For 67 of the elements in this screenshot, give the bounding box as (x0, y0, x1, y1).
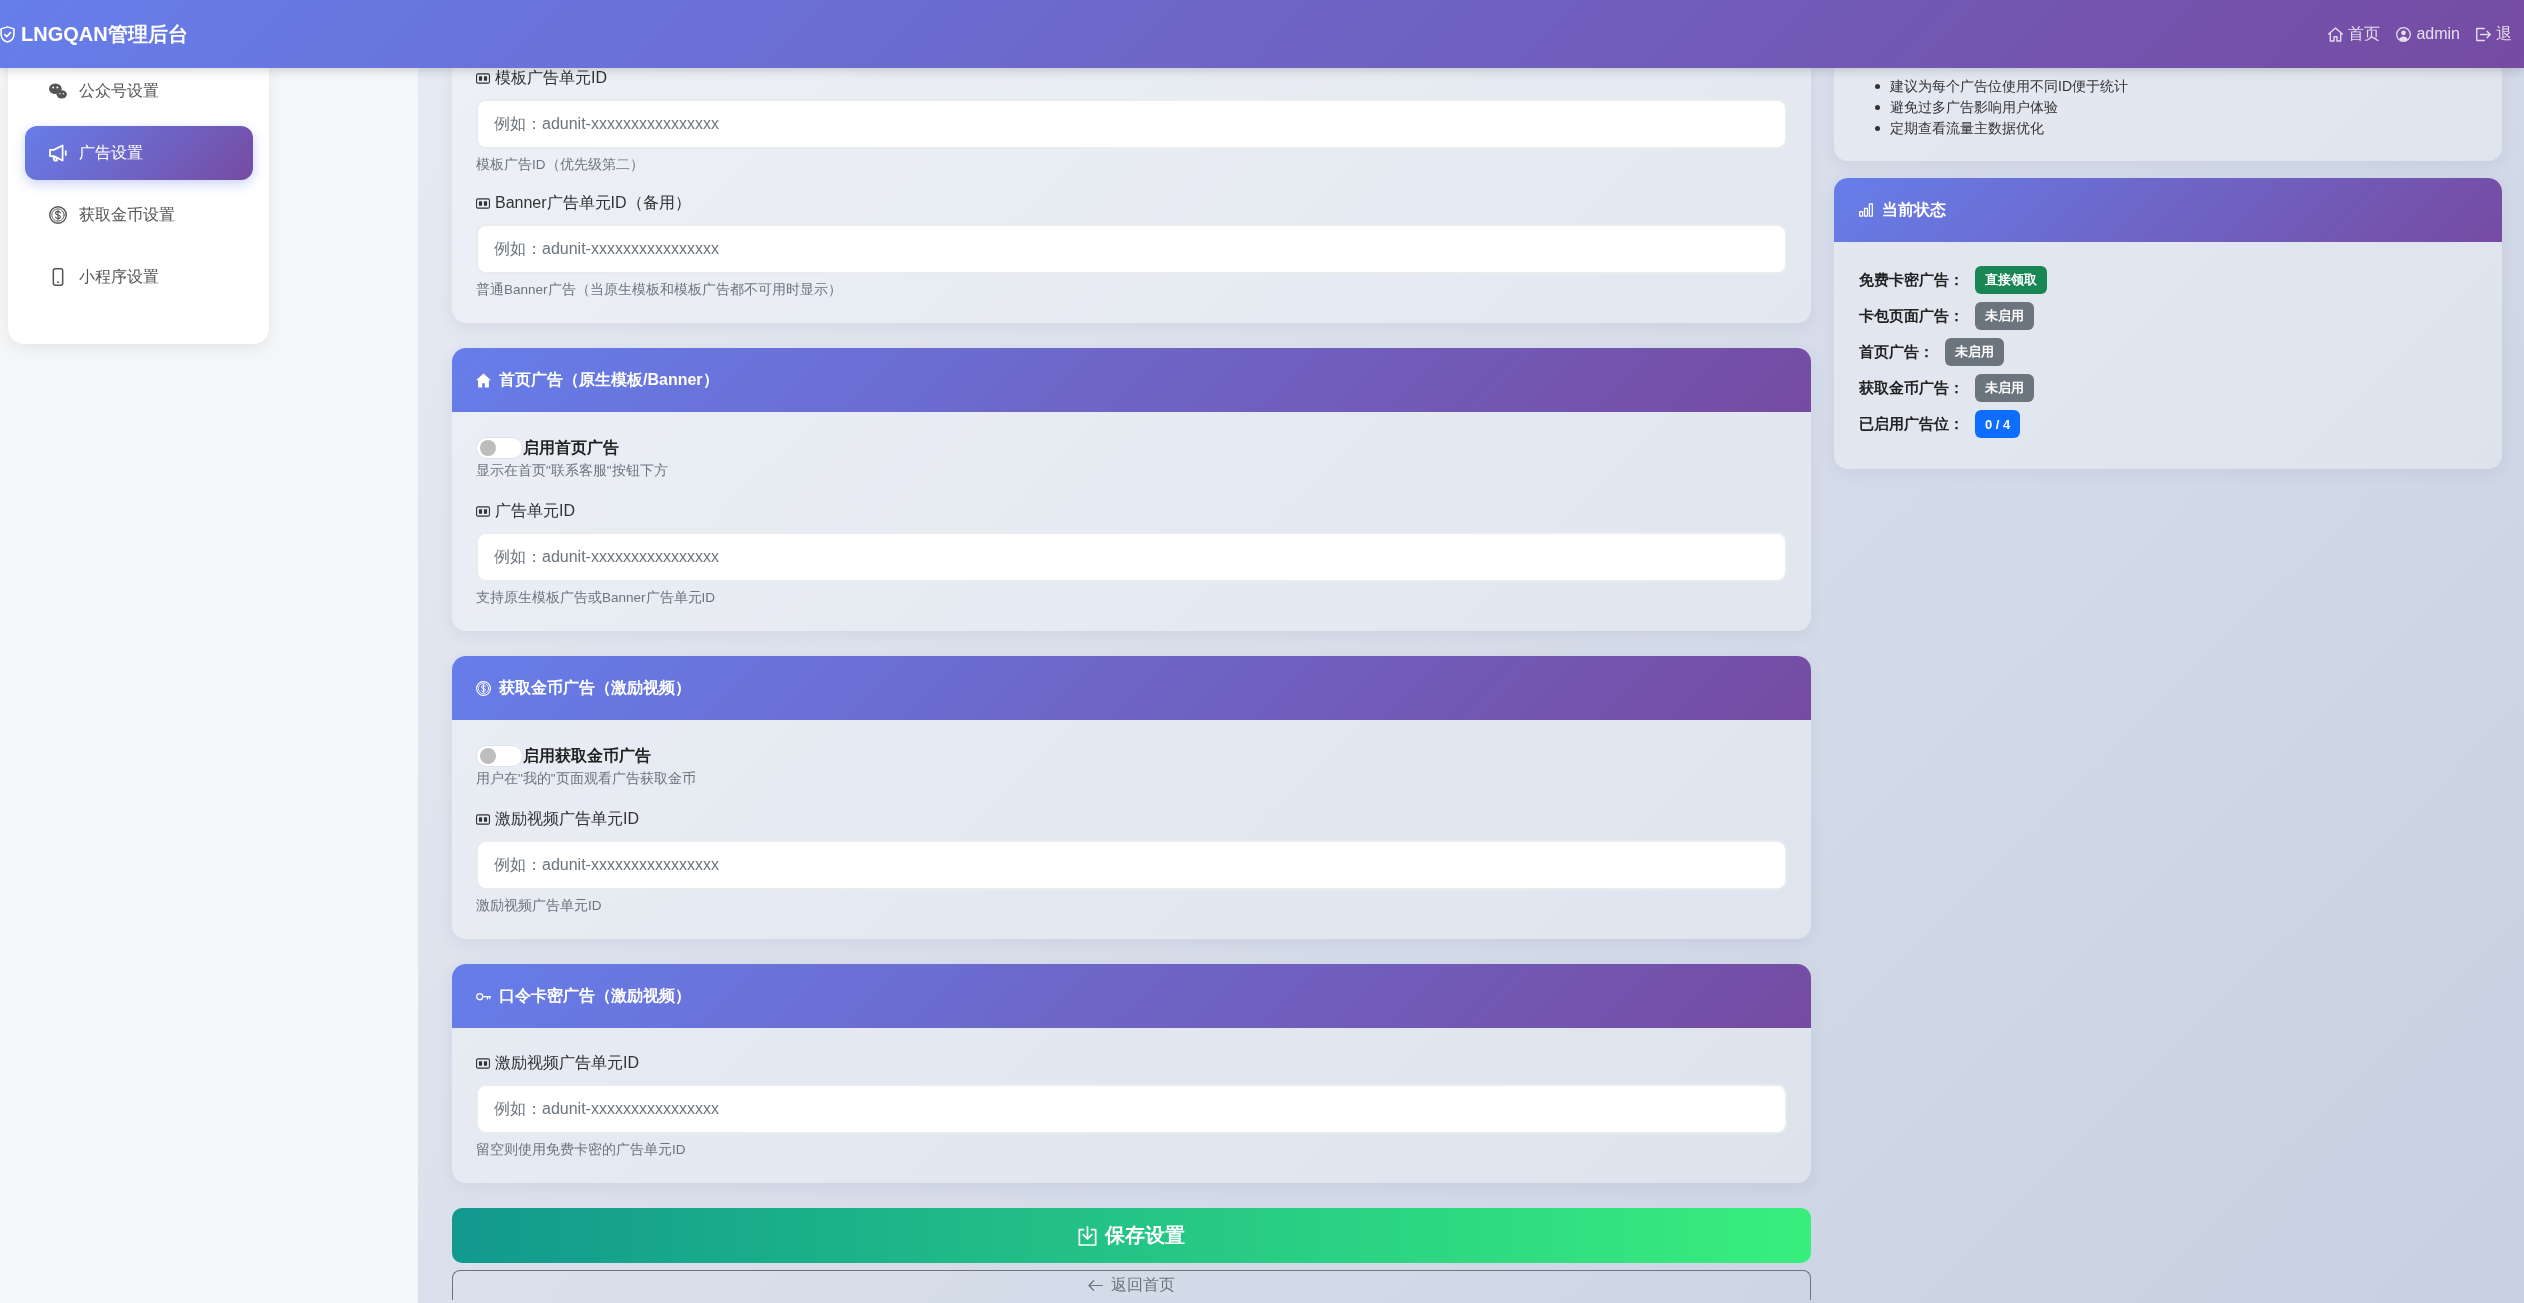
status-badge: 未启用 (1975, 302, 2034, 330)
toggle-label: 启用获取金币广告 (523, 745, 651, 766)
nav-link[interactable]: 退 (2476, 23, 2512, 45)
status-badge: 0 / 4 (1975, 410, 2021, 438)
sidebar-item[interactable]: 获取金币设置 (25, 188, 253, 242)
badge-icon (476, 197, 490, 209)
badge-icon (476, 1057, 490, 1069)
brand-title: LNGQAN管理后台 (21, 21, 188, 47)
input-field[interactable]: 例如：adunit-xxxxxxxxxxxxxxxx (476, 1084, 1787, 1134)
tip-text: 建议为每个广告位使用不同ID便于统计 (1890, 77, 2128, 96)
field-label: 广告单元ID (495, 500, 575, 521)
help-text: 普通Banner广告（当原生模板和模板广告都不可用时显示） (476, 282, 843, 298)
coin-icon (476, 680, 491, 696)
toggle-switch[interactable] (476, 437, 523, 459)
sidebar-item[interactable]: 公众号设置 (25, 68, 253, 114)
tip-text: 定期查看流量主数据优化 (1890, 119, 2044, 138)
home-icon (2328, 26, 2344, 42)
help-text: 激励视频广告单元ID (476, 898, 603, 914)
house-icon (476, 372, 491, 388)
input-field[interactable]: 例如：adunit-xxxxxxxxxxxxxxxx (476, 840, 1787, 890)
status-badge: 未启用 (1945, 338, 2004, 366)
sidebar-item[interactable]: 小程序设置 (25, 250, 253, 304)
status-badge: 直接领取 (1975, 266, 2047, 294)
toggle-switch[interactable] (476, 745, 523, 767)
badge-icon (476, 72, 490, 84)
megaphone-icon (49, 144, 67, 162)
bullet-icon (1875, 84, 1880, 89)
badge-icon (476, 505, 490, 517)
shield-check-icon (0, 25, 15, 43)
status-label: 免费卡密广告： (1859, 270, 1964, 290)
tip-text: 避免过多广告影响用户体验 (1890, 98, 2058, 117)
status-label: 卡包页面广告： (1859, 306, 1964, 326)
status-badge: 未启用 (1975, 374, 2034, 402)
input-field[interactable]: 例如：adunit-xxxxxxxxxxxxxxxx (476, 99, 1787, 149)
card-title: 当前状态 (1882, 199, 1946, 220)
card-title: 首页广告（原生模板/Banner） (499, 369, 719, 390)
logout-icon (2476, 26, 2491, 42)
bullet-icon (1875, 105, 1880, 110)
help-text: 支持原生模板广告或Banner广告单元ID (476, 590, 717, 606)
input-field[interactable]: 例如：adunit-xxxxxxxxxxxxxxxx (476, 224, 1787, 274)
back-button[interactable]: 返回首页 (452, 1270, 1811, 1300)
user-icon (2396, 26, 2412, 42)
status-label: 首页广告： (1859, 342, 1934, 362)
status-label: 获取金币广告： (1859, 378, 1964, 398)
bullet-icon (1875, 126, 1880, 131)
arrow-left-icon (1088, 1280, 1103, 1291)
badge-icon (476, 813, 490, 825)
nav-link[interactable]: admin (2396, 25, 2460, 43)
nav-link[interactable]: 首页 (2328, 23, 2381, 45)
toggle-label: 启用首页广告 (523, 437, 619, 458)
help-text: 模板广告ID（优先级第二） (476, 157, 645, 173)
bar-chart-icon (1859, 203, 1873, 217)
download-icon (1078, 1225, 1097, 1246)
help-text: 用户在"我的"页面观看广告获取金币 (476, 771, 697, 787)
help-text: 显示在首页"联系客服"按钮下方 (476, 463, 669, 479)
card-title: 口令卡密广告（激励视频） (499, 985, 691, 1006)
card-title: 获取金币广告（激励视频） (499, 677, 691, 698)
field-label: 激励视频广告单元ID (495, 1052, 639, 1073)
chat-bubbles-icon (49, 82, 67, 100)
status-label: 已启用广告位： (1859, 414, 1964, 434)
help-text: 留空则使用免费卡密的广告单元ID (476, 1142, 687, 1158)
sidebar-item[interactable]: 广告设置 (25, 126, 253, 180)
coin-icon (49, 206, 67, 224)
field-label: 模板广告单元ID (495, 68, 607, 88)
field-label: Banner广告单元ID（备用） (495, 192, 691, 213)
input-field[interactable]: 例如：adunit-xxxxxxxxxxxxxxxx (476, 532, 1787, 582)
field-label: 激励视频广告单元ID (495, 808, 639, 829)
